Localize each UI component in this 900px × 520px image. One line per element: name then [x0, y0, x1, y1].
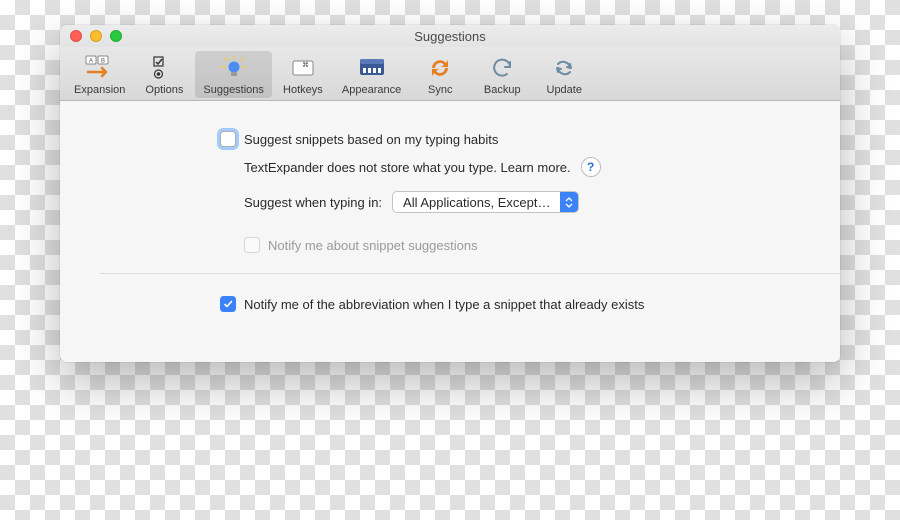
tab-expansion[interactable]: AB Expansion [66, 51, 133, 98]
suggest-when-label: Suggest when typing in: [244, 195, 382, 210]
sync-icon [424, 54, 456, 82]
tab-hotkeys[interactable]: ⌘ Hotkeys [272, 51, 334, 98]
tab-appearance[interactable]: Appearance [334, 51, 409, 98]
update-icon [548, 54, 580, 82]
tab-label: Hotkeys [283, 84, 323, 96]
backup-icon [486, 54, 518, 82]
privacy-note: TextExpander does not store what you typ… [244, 160, 571, 175]
tab-label: Expansion [74, 84, 125, 96]
help-button[interactable]: ? [581, 157, 601, 177]
notify-abbrev-checkbox[interactable] [220, 296, 236, 312]
svg-text:⌘: ⌘ [302, 61, 309, 69]
tab-update[interactable]: Update [533, 51, 595, 98]
appearance-icon [356, 54, 388, 82]
close-button[interactable] [70, 30, 82, 42]
tab-label: Update [547, 84, 582, 96]
suggest-label: Suggest snippets based on my typing habi… [244, 132, 498, 147]
options-icon [148, 54, 180, 82]
svg-text:A: A [89, 59, 93, 65]
divider [100, 273, 840, 274]
tab-backup[interactable]: Backup [471, 51, 533, 98]
tab-label: Options [145, 84, 183, 96]
expansion-icon: AB [84, 54, 116, 82]
window-title: Suggestions [70, 29, 830, 44]
content-pane: Suggest snippets based on my typing habi… [60, 101, 840, 362]
select-value: All Applications, Except… [393, 195, 560, 210]
chevron-updown-icon [560, 192, 578, 212]
tab-suggestions[interactable]: Suggestions [195, 51, 272, 98]
tab-sync[interactable]: Sync [409, 51, 471, 98]
preferences-window: Suggestions AB Expansion Options Suggest… [60, 25, 840, 362]
svg-text:B: B [101, 59, 105, 65]
tab-label: Backup [484, 84, 521, 96]
traffic-lights [70, 30, 122, 42]
lightbulb-icon [218, 54, 250, 82]
suggest-when-select[interactable]: All Applications, Except… [392, 191, 579, 213]
titlebar: Suggestions [60, 25, 840, 47]
tab-options[interactable]: Options [133, 51, 195, 98]
notify-suggestions-checkbox [244, 237, 260, 253]
tab-label: Sync [428, 84, 452, 96]
notify-suggestions-label: Notify me about snippet suggestions [268, 238, 478, 253]
tab-label: Appearance [342, 84, 401, 96]
minimize-button[interactable] [90, 30, 102, 42]
zoom-button[interactable] [110, 30, 122, 42]
hotkeys-icon: ⌘ [287, 54, 319, 82]
toolbar: AB Expansion Options Suggestions ⌘ Hotke… [60, 47, 840, 101]
suggest-checkbox[interactable] [220, 131, 236, 147]
tab-label: Suggestions [203, 84, 264, 96]
notify-abbrev-label: Notify me of the abbreviation when I typ… [244, 297, 644, 312]
